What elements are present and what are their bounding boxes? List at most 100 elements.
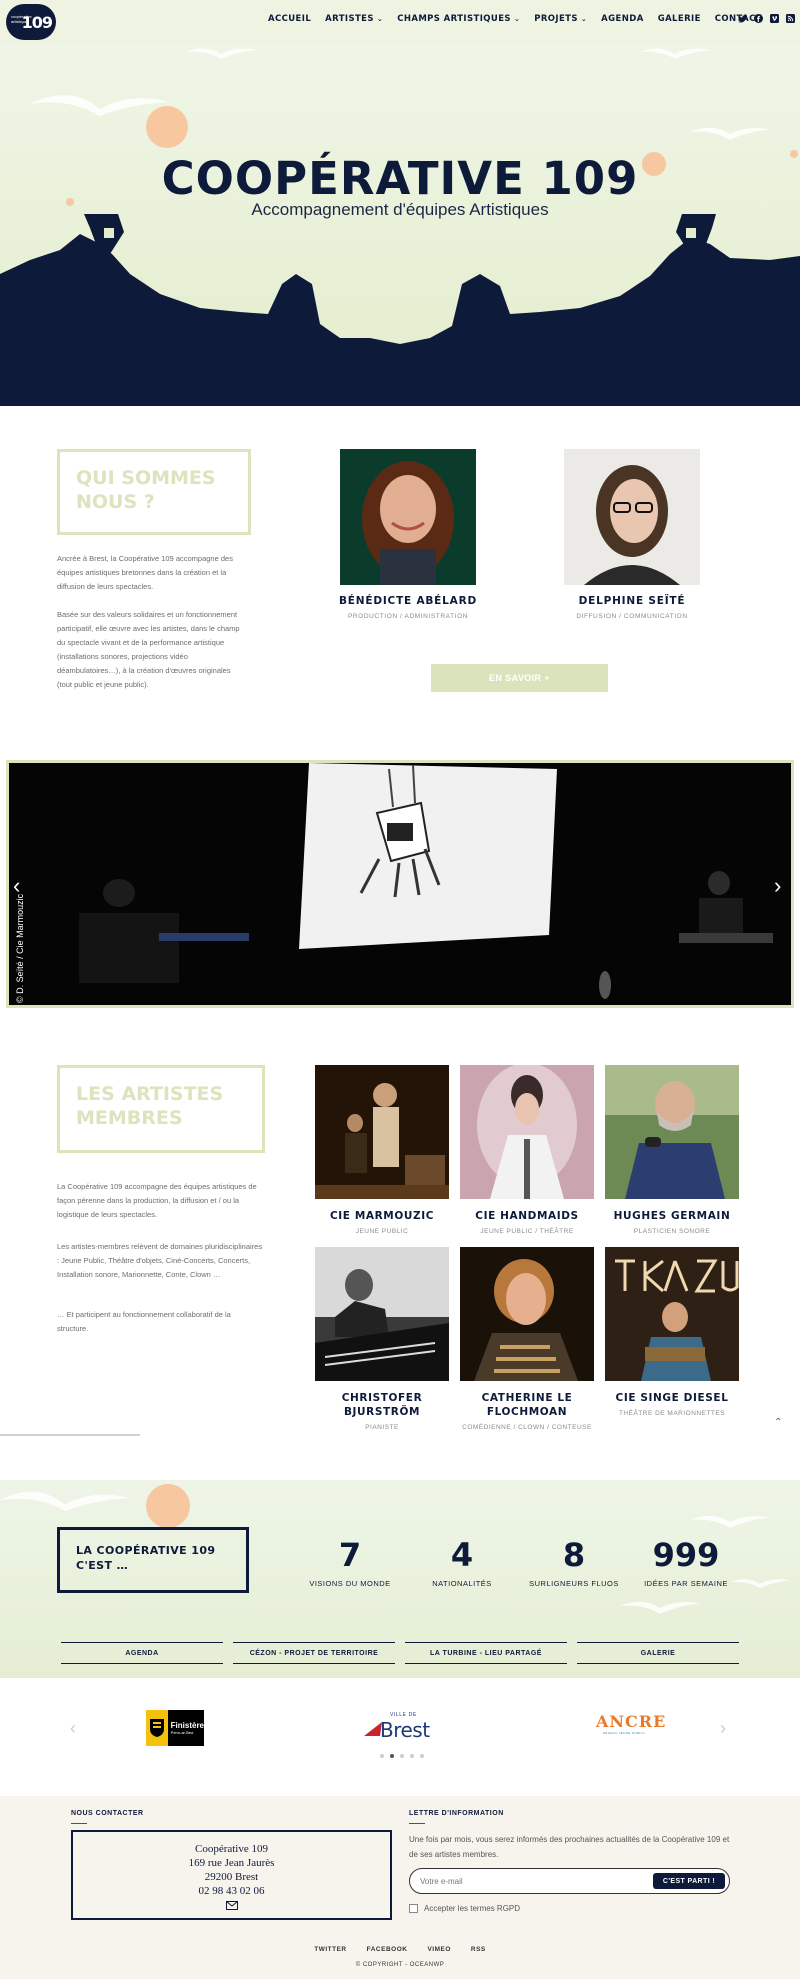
contact-line-phone[interactable]: 02 98 43 02 06 xyxy=(73,1884,390,1898)
artist-card[interactable]: CIE MARMOUZIC JEUNE PUBLIC xyxy=(315,1065,449,1235)
stat-label: NATIONALITÉS xyxy=(432,1579,492,1588)
vimeo-icon[interactable] xyxy=(770,14,779,23)
mail-icon[interactable] xyxy=(73,1900,390,1914)
artists-domains-text: Les artistes-membres relèvent de domaine… xyxy=(57,1242,263,1279)
contact-line-name: Coopérative 109 xyxy=(194,1843,268,1855)
chevron-down-icon: ⌄ xyxy=(513,15,521,23)
partner-logo-finistere[interactable]: Finistère Penn-ar-Bed xyxy=(146,1710,204,1746)
stat-item: 7 VISIONS DU MONDE xyxy=(285,1536,415,1588)
partner-ancre-subtext: RÉSEAU JEUNE PUBLIC xyxy=(602,1731,646,1735)
stat-label: SURLIGNEURS FLUOS xyxy=(529,1579,619,1588)
artist-card[interactable]: CATHERINE LE FLOCHMOAN COMÉDIENNE / CLOW… xyxy=(460,1247,594,1431)
photo-credit: © D. Seïté / Cie Marmouzic xyxy=(15,893,25,1003)
artist-card[interactable]: HUGHES GERMAIN PLASTICIEN SONORE xyxy=(605,1065,739,1235)
quick-link-turbine[interactable]: LA TURBINE - LIEU PARTAGÉ xyxy=(405,1642,567,1664)
nav-item-agenda[interactable]: AGENDA xyxy=(601,14,644,24)
partner-brest-text: Brest xyxy=(380,1718,430,1742)
nav-item-projets[interactable]: PROJETS ⌄ xyxy=(534,14,587,24)
artist-role: PLASTICIEN SONORE xyxy=(633,1228,711,1235)
facebook-icon[interactable] xyxy=(754,14,763,23)
stat-label: VISIONS DU MONDE xyxy=(309,1579,391,1588)
partner-logo-ancre[interactable]: ANCRE RÉSEAU JEUNE PUBLIC xyxy=(596,1712,667,1744)
partner-logo-brest[interactable]: VILLE DE Brest xyxy=(364,1712,440,1744)
stat-item: 8 SURLIGNEURS FLUOS xyxy=(509,1536,639,1588)
artists-intro-text: La Coopérative 109 accompagne des équipe… xyxy=(57,1182,257,1219)
stat-number: 4 xyxy=(450,1536,474,1574)
partners-prev-arrow-icon[interactable]: ‹ xyxy=(70,1718,76,1739)
footer-link-facebook[interactable]: FACEBOOK xyxy=(367,1946,408,1953)
rgpd-consent[interactable]: Accepter les termes RGPD xyxy=(409,1904,520,1913)
hero-banner: COOPÉRATIVE 109 Accompagnement d'équipes… xyxy=(0,44,800,406)
learn-more-button[interactable]: EN SAVOIR + xyxy=(431,664,608,692)
carousel-dot[interactable] xyxy=(410,1754,414,1758)
quick-link-agenda[interactable]: AGENDA xyxy=(61,1642,223,1664)
stat-number: 7 xyxy=(338,1536,362,1574)
quick-link-galerie[interactable]: GALERIE xyxy=(577,1642,739,1664)
contact-line-street: 169 rue Jean Jaurès xyxy=(188,1857,275,1869)
team-member-photo xyxy=(564,449,700,585)
artists-collab-text: … Et participent au fonctionnement colla… xyxy=(57,1310,231,1333)
carousel-dot[interactable] xyxy=(400,1754,404,1758)
team-member-photo xyxy=(340,449,476,585)
carousel-dot[interactable] xyxy=(380,1754,384,1758)
seagull-illustration xyxy=(0,1491,130,1512)
stats-intro-box: LA COOPÉRATIVE 109 C'EST … xyxy=(57,1527,249,1593)
quick-link-cezon[interactable]: CÉZON - PROJET DE TERRITOIRE xyxy=(233,1642,395,1664)
artist-photo xyxy=(315,1247,449,1381)
stat-label: IDÉES PAR SEMAINE xyxy=(644,1579,728,1588)
artist-role: JEUNE PUBLIC xyxy=(355,1228,409,1235)
nav-item-label: GALERIE xyxy=(657,14,701,24)
artist-name: CATHERINE LE FLOCHMOAN xyxy=(481,1392,573,1418)
artist-photo xyxy=(605,1247,739,1381)
partner-ancre-text: ANCRE xyxy=(596,1712,667,1731)
nav-item-galerie[interactable]: GALERIE xyxy=(658,14,701,24)
footer-link-vimeo[interactable]: VIMEO xyxy=(427,1946,450,1953)
slider-next-arrow-icon[interactable]: › xyxy=(774,873,781,899)
contact-heading: NOUS CONTACTER xyxy=(71,1810,144,1824)
artist-card[interactable]: CHRISTOFER BJURSTRÖM PIANISTE xyxy=(315,1247,449,1431)
chevron-down-icon: ⌄ xyxy=(580,15,588,23)
site-footer: NOUS CONTACTER Coopérative 109 169 rue J… xyxy=(0,1796,800,1979)
partners-next-arrow-icon[interactable]: › xyxy=(720,1718,726,1739)
team-member-card[interactable]: BÉNÉDICTE ABÉLARD PRODUCTION / ADMINISTR… xyxy=(308,449,508,620)
footer-links: TWITTER FACEBOOK VIMEO RSS xyxy=(0,1946,800,1953)
nav-item-champs-artistiques[interactable]: CHAMPS ARTISTIQUES ⌄ xyxy=(397,14,520,24)
artist-role: COMÉDIENNE / CLOWN / CONTEUSE xyxy=(462,1424,592,1431)
site-logo[interactable]: coopérative artistique 109 xyxy=(6,4,56,40)
artist-card[interactable]: CIE SINGE DIESEL THÉÂTRE DE MARIONNETTES xyxy=(605,1247,739,1417)
twitter-icon[interactable] xyxy=(738,14,747,23)
artist-role: PIANISTE xyxy=(365,1424,399,1431)
seagull-illustration xyxy=(30,95,170,116)
main-nav: ACCUEIL ARTISTES ⌄ CHAMPS ARTISTIQUES ⌄ PROJE… xyxy=(268,14,762,24)
artist-photo xyxy=(605,1065,739,1199)
artist-photo xyxy=(315,1065,449,1199)
newsletter-submit-button[interactable]: C'EST PARTI ! xyxy=(653,1873,725,1889)
about-values-text: Basée sur des valeurs solidaires et un f… xyxy=(57,610,240,689)
nav-item-accueil[interactable]: ACCUEIL xyxy=(268,14,311,24)
rss-icon[interactable] xyxy=(786,14,795,23)
back-to-top-chevron-icon[interactable]: ⌃ xyxy=(774,1417,782,1428)
partner-finistere-subtext: Penn-ar-Bed xyxy=(170,1730,194,1735)
stat-number: 8 xyxy=(562,1536,586,1574)
artist-name: HUGHES GERMAIN xyxy=(613,1210,731,1222)
artist-role: THÉÂTRE DE MARIONNETTES xyxy=(618,1410,726,1417)
carousel-dot[interactable] xyxy=(390,1754,394,1758)
seagull-illustration xyxy=(690,1515,770,1528)
artist-card[interactable]: CIE HANDMAIDS JEUNE PUBLIC / THÉÂTRE xyxy=(460,1065,594,1235)
contact-line-city: 29200 Brest xyxy=(204,1871,259,1883)
stats-section: LA COOPÉRATIVE 109 C'EST … 7 VISIONS DU … xyxy=(0,1480,800,1678)
artist-name: CIE HANDMAIDS xyxy=(475,1210,579,1222)
footer-link-rss[interactable]: RSS xyxy=(471,1946,486,1953)
rgpd-label: Accepter les termes RGPD xyxy=(424,1904,521,1913)
artists-title: LES ARTISTES MEMBRES xyxy=(57,1065,265,1153)
nav-item-label: CHAMPS ARTISTIQUES xyxy=(397,14,511,24)
chevron-down-icon: ⌄ xyxy=(376,15,384,23)
footer-link-twitter[interactable]: TWITTER xyxy=(314,1946,346,1953)
hero-title: COOPÉRATIVE 109 xyxy=(161,152,639,205)
team-member-card[interactable]: DELPHINE SEÏTÉ DIFFUSION / COMMUNICATION xyxy=(532,449,732,620)
crowd-silhouette-illustration xyxy=(0,214,800,406)
artist-photo xyxy=(460,1247,594,1381)
nav-item-artistes[interactable]: ARTISTES ⌄ xyxy=(325,14,383,24)
rgpd-checkbox[interactable] xyxy=(409,1904,418,1913)
carousel-dot[interactable] xyxy=(420,1754,424,1758)
